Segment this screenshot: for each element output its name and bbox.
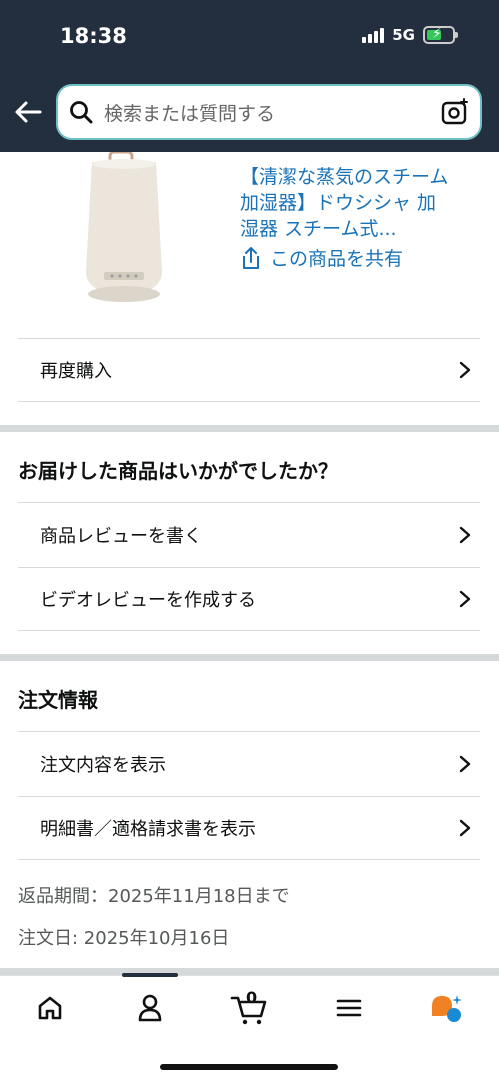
search-header: 検索または質問する bbox=[0, 76, 499, 152]
search-icon bbox=[70, 101, 93, 124]
write-review-label: 商品レビューを書く bbox=[40, 525, 202, 547]
section-divider bbox=[0, 425, 499, 432]
bottom-nav: 0 bbox=[0, 973, 499, 1080]
battery-icon: ⚡ bbox=[423, 26, 458, 44]
share-label: この商品を共有 bbox=[270, 248, 404, 270]
product-title[interactable]: 【清潔な蒸気のスチーム 加湿器】ドウシシャ 加 湿器 スチーム式... bbox=[240, 164, 475, 242]
write-review-row[interactable]: 商品レビューを書く bbox=[18, 502, 480, 566]
section-divider bbox=[0, 654, 499, 661]
chevron-right-icon bbox=[459, 819, 471, 837]
home-indicator bbox=[160, 1064, 338, 1070]
chevron-right-icon bbox=[459, 526, 471, 543]
rufus-icon[interactable] bbox=[428, 992, 464, 1024]
section-divider bbox=[0, 968, 499, 975]
review-section-title: お届けした商品はいかがでしたか？ bbox=[18, 459, 338, 483]
video-review-row[interactable]: ビデオレビューを作成する bbox=[18, 567, 480, 631]
rebuy-row[interactable]: 再度購入 bbox=[18, 338, 480, 402]
product-title-line: 【清潔な蒸気のスチーム bbox=[240, 166, 449, 188]
menu-icon[interactable] bbox=[334, 992, 364, 1024]
status-indicators: 5G ⚡ bbox=[362, 26, 458, 44]
back-arrow-icon[interactable] bbox=[12, 96, 44, 128]
home-icon[interactable] bbox=[35, 992, 65, 1024]
cart-count: 0 bbox=[246, 988, 258, 1007]
search-placeholder: 検索または質問する bbox=[104, 102, 276, 125]
chevron-right-icon bbox=[459, 755, 471, 772]
signal-icon bbox=[362, 27, 385, 43]
share-icon bbox=[243, 246, 259, 269]
chevron-right-icon bbox=[459, 590, 471, 608]
rebuy-label: 再度購入 bbox=[40, 361, 112, 382]
share-button[interactable]: この商品を共有 bbox=[240, 244, 403, 271]
active-tab-indicator bbox=[122, 973, 178, 977]
camera-search-icon[interactable] bbox=[440, 97, 470, 127]
status-bar: 18:38 5G ⚡ bbox=[0, 0, 499, 76]
return-period: 返品期間：2025年11月18日まで bbox=[18, 886, 290, 907]
product-image[interactable] bbox=[72, 152, 176, 310]
view-order-row[interactable]: 注文内容を表示 bbox=[18, 731, 480, 795]
invoice-row[interactable]: 明細書／適格請求書を表示 bbox=[18, 796, 480, 860]
chevron-right-icon bbox=[459, 361, 471, 379]
invoice-label: 明細書／適格請求書を表示 bbox=[40, 819, 256, 840]
view-order-label: 注文内容を表示 bbox=[40, 754, 166, 776]
order-section-title: 注文情報 bbox=[18, 688, 98, 712]
product-title-line: 湿器 スチーム式... bbox=[240, 218, 397, 240]
status-time: 18:38 bbox=[60, 24, 127, 48]
product-title-line: 加湿器】ドウシシャ 加 bbox=[240, 192, 437, 214]
video-review-label: ビデオレビューを作成する bbox=[40, 590, 256, 611]
network-label: 5G bbox=[392, 26, 415, 44]
account-icon[interactable] bbox=[135, 992, 165, 1024]
order-date: 注文日: 2025年10月16日 bbox=[18, 928, 230, 949]
product-card: 【清潔な蒸気のスチーム 加湿器】ドウシシャ 加 湿器 スチーム式... この商品… bbox=[0, 152, 499, 338]
search-input[interactable]: 検索または質問する bbox=[56, 84, 482, 140]
cart-button[interactable]: 0 bbox=[230, 988, 270, 1028]
